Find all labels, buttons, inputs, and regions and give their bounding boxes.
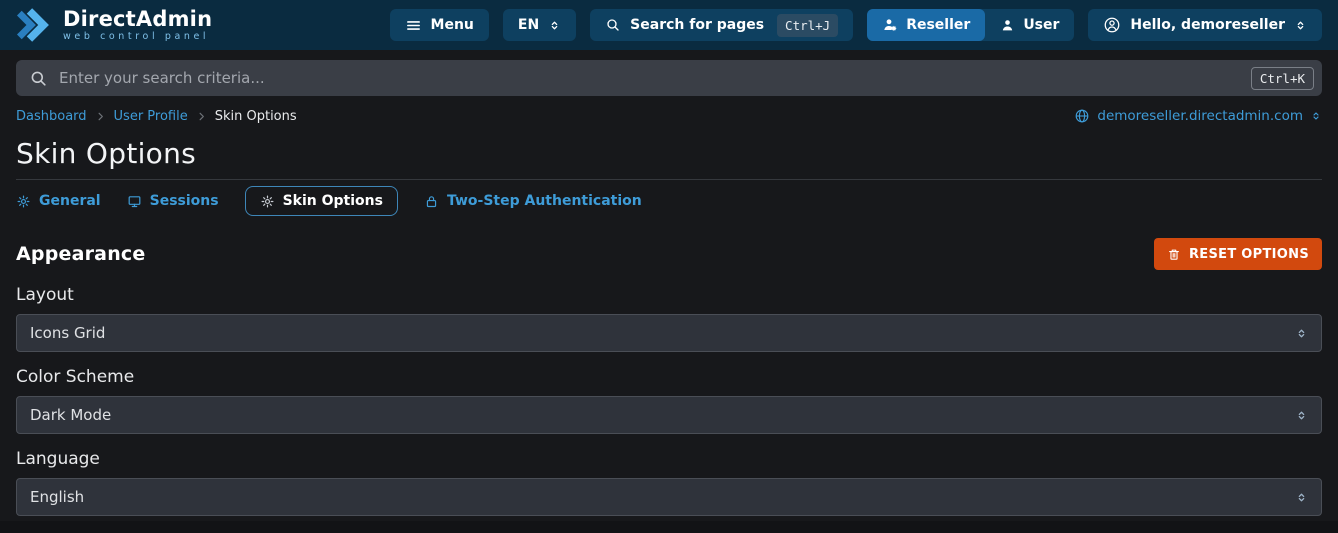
language-field: Language English <box>16 449 1322 516</box>
chevron-updown-icon <box>1295 491 1308 504</box>
language-select-value: English <box>30 488 85 506</box>
chevron-updown-icon <box>1297 21 1304 29</box>
chevron-updown-icon <box>551 21 558 29</box>
role-switcher: Reseller User <box>867 9 1075 41</box>
skin-options-page: DirectAdmin web control panel Menu EN Se… <box>0 0 1338 533</box>
reseller-label: Reseller <box>906 17 971 33</box>
gear-icon <box>17 195 30 207</box>
appearance-title: Appearance <box>16 243 146 265</box>
top-navbar: DirectAdmin web control panel Menu EN Se… <box>0 0 1338 50</box>
title-divider <box>16 179 1322 180</box>
monitor-icon <box>128 195 141 207</box>
chevron-right-icon <box>196 111 207 122</box>
global-search-bar: Ctrl+K <box>16 60 1322 96</box>
lock-icon <box>426 195 437 207</box>
tab-two-step-label: Two-Step Authentication <box>446 193 642 209</box>
search-input[interactable] <box>59 69 1240 87</box>
menu-button[interactable]: Menu <box>389 9 489 41</box>
color-scheme-field: Color Scheme Dark Mode <box>16 367 1322 434</box>
trash-icon <box>1169 249 1179 260</box>
bottom-edge <box>0 521 1338 533</box>
layout-field: Layout Icons Grid <box>16 285 1322 352</box>
breadcrumb-user-profile[interactable]: User Profile <box>114 109 188 124</box>
chevron-updown-icon <box>1295 409 1308 422</box>
language-selector[interactable]: EN <box>502 9 577 41</box>
tab-general[interactable]: General <box>16 187 101 215</box>
appearance-section: Appearance RESET OPTIONS Layout Icons Gr… <box>16 238 1322 516</box>
user-gear-icon <box>884 19 897 31</box>
color-scheme-label: Color Scheme <box>16 367 135 387</box>
tab-skin-options[interactable]: Skin Options <box>244 186 398 216</box>
chevron-updown-icon <box>1313 112 1319 120</box>
chevron-updown-icon <box>1295 327 1308 340</box>
directadmin-logo-icon <box>16 8 49 42</box>
reset-options-label: RESET OPTIONS <box>1188 246 1309 262</box>
reseller-toggle[interactable]: Reseller <box>867 9 986 41</box>
reset-options-button[interactable]: RESET OPTIONS <box>1153 238 1322 270</box>
layout-select[interactable]: Icons Grid <box>16 314 1322 352</box>
language-select[interactable]: English <box>16 478 1322 516</box>
breadcrumb-row: Dashboard User Profile Skin Options demo… <box>16 108 1322 124</box>
profile-tabs: General Sessions Skin Options Two-Step A… <box>16 186 1322 216</box>
tab-general-label: General <box>39 193 101 209</box>
appearance-header: Appearance RESET OPTIONS <box>16 238 1322 270</box>
account-menu-button[interactable]: Hello, demoreseller <box>1088 9 1322 41</box>
search-shortcut-badge: Ctrl+K <box>1250 66 1314 90</box>
breadcrumb-current: Skin Options <box>214 108 297 124</box>
breadcrumb: Dashboard User Profile Skin Options <box>16 109 297 124</box>
brand-text: DirectAdmin web control panel <box>63 8 212 42</box>
account-label: Hello, demoreseller <box>1130 17 1285 33</box>
menu-label: Menu <box>430 17 474 33</box>
brand-subtitle: web control panel <box>63 31 210 43</box>
page-title: Skin Options <box>16 137 197 170</box>
layout-select-value: Icons Grid <box>30 324 106 342</box>
color-scheme-select-value: Dark Mode <box>30 406 112 424</box>
search-icon <box>607 19 619 31</box>
search-icon <box>31 71 46 86</box>
color-scheme-select[interactable]: Dark Mode <box>16 396 1322 434</box>
globe-icon <box>1076 109 1089 123</box>
tab-sessions[interactable]: Sessions <box>127 187 219 215</box>
hamburger-icon <box>406 20 420 30</box>
chevron-right-icon <box>95 111 106 122</box>
user-toggle[interactable]: User <box>985 9 1074 41</box>
language-label: Language <box>16 449 100 469</box>
user-circle-icon <box>1105 17 1120 33</box>
language-label: EN <box>517 17 540 33</box>
user-icon <box>1003 19 1013 30</box>
domain-label: demoreseller.directadmin.com <box>1097 108 1303 124</box>
breadcrumb-dashboard[interactable]: Dashboard <box>16 109 87 124</box>
search-pages-button[interactable]: Search for pages Ctrl+J <box>590 9 854 41</box>
gear-icon <box>261 195 274 207</box>
directadmin-logo[interactable]: DirectAdmin web control panel <box>16 6 212 44</box>
brand-title: DirectAdmin <box>63 6 213 31</box>
search-pages-shortcut: Ctrl+J <box>777 13 839 37</box>
user-label: User <box>1023 17 1060 33</box>
tab-two-step-authentication[interactable]: Two-Step Authentication <box>424 187 642 215</box>
search-pages-label: Search for pages <box>630 17 765 33</box>
tab-sessions-label: Sessions <box>149 193 219 209</box>
domain-selector[interactable]: demoreseller.directadmin.com <box>1074 108 1322 124</box>
layout-label: Layout <box>16 285 74 305</box>
tab-skin-options-label: Skin Options <box>282 193 383 209</box>
